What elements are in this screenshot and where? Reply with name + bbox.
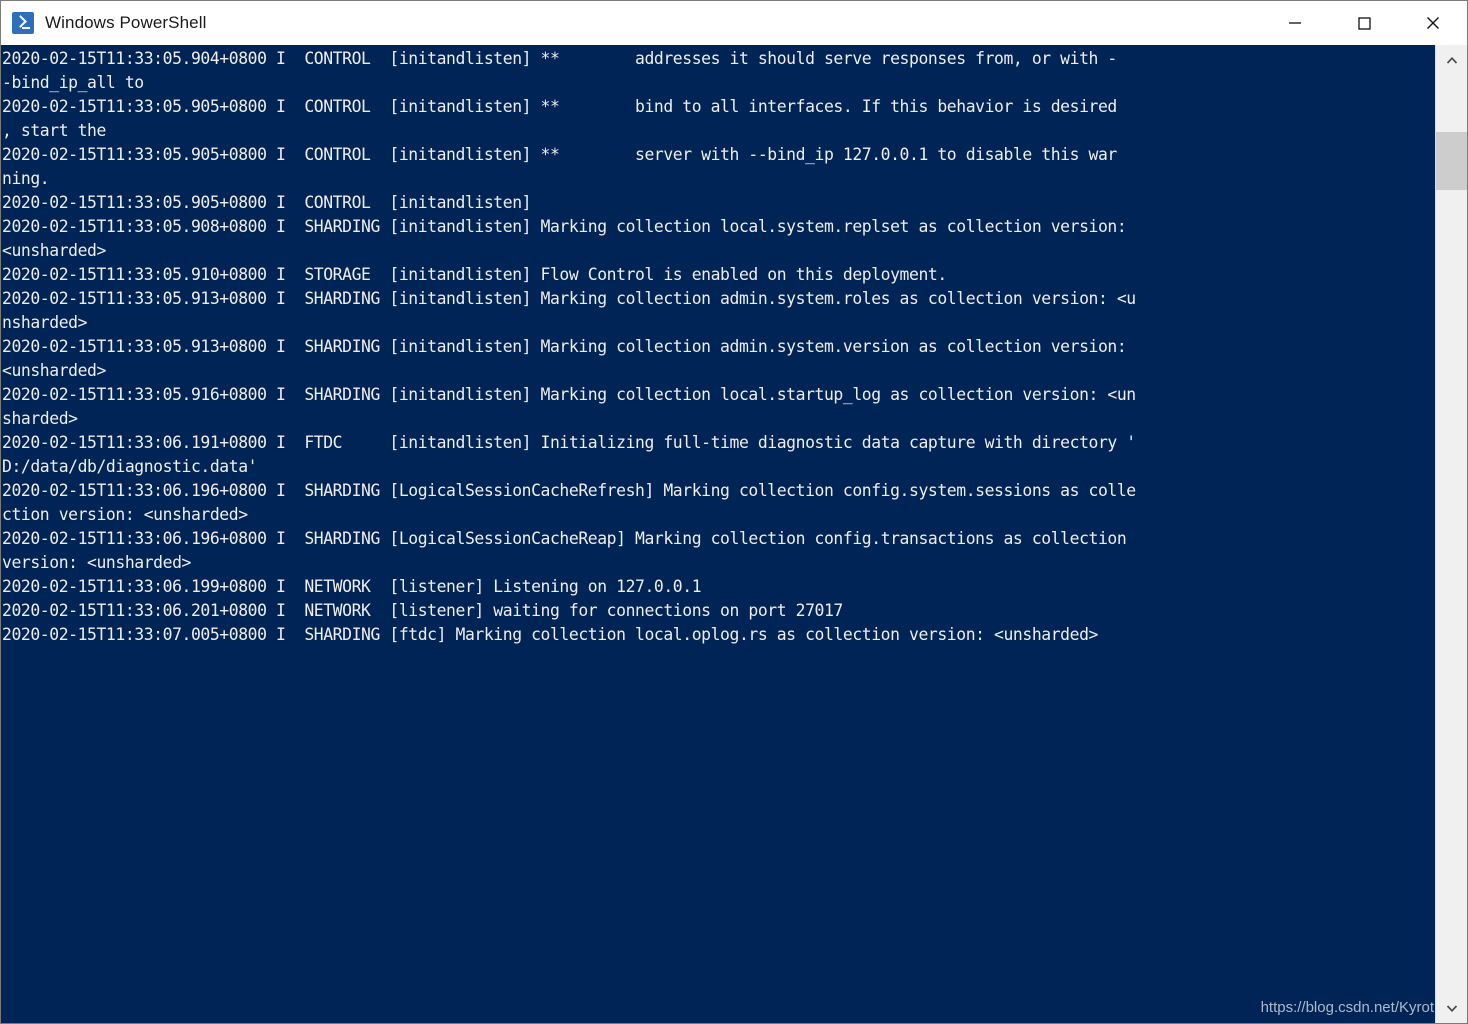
powershell-window: Windows PowerShell 2020-02-15T11:33:05.9… (0, 0, 1468, 1024)
console-line: <unsharded> (2, 241, 106, 260)
window-title: Windows PowerShell (45, 13, 207, 32)
console-line: <unsharded> (2, 361, 106, 380)
console-line: -bind_ip_all to (2, 73, 144, 92)
console-line: 2020-02-15T11:33:05.913+0800 I SHARDING … (2, 289, 1136, 308)
console-line: 2020-02-15T11:33:06.191+0800 I FTDC [ini… (2, 433, 1136, 452)
chevron-up-icon (1446, 56, 1457, 64)
console-line: sharded> (2, 409, 78, 428)
scrollbar-track[interactable] (1436, 76, 1467, 992)
console-line: 2020-02-15T11:33:05.908+0800 I SHARDING … (2, 217, 1127, 236)
console-area: 2020-02-15T11:33:05.904+0800 I CONTROL [… (1, 45, 1467, 1023)
maximize-button[interactable] (1329, 1, 1398, 45)
console-line: 2020-02-15T11:33:07.005+0800 I SHARDING … (2, 625, 1098, 644)
scroll-down-button[interactable] (1436, 992, 1467, 1023)
console-line: 2020-02-15T11:33:05.910+0800 I STORAGE [… (2, 265, 947, 284)
console-line: ning. (2, 169, 50, 188)
close-button[interactable] (1398, 1, 1467, 45)
close-icon (1426, 17, 1439, 29)
console-line: 2020-02-15T11:33:05.905+0800 I CONTROL [… (2, 97, 1117, 116)
console-line: ction version: <unsharded> (2, 505, 248, 524)
scrollbar-thumb[interactable] (1436, 132, 1467, 190)
console-line: 2020-02-15T11:33:06.196+0800 I SHARDING … (2, 481, 1136, 500)
console-line: 2020-02-15T11:33:05.904+0800 I CONTROL [… (2, 49, 1117, 68)
console-line: 2020-02-15T11:33:06.199+0800 I NETWORK [… (2, 577, 702, 596)
console-line: nsharded> (2, 313, 88, 332)
scroll-up-button[interactable] (1436, 45, 1467, 76)
console-line: 2020-02-15T11:33:05.905+0800 I CONTROL [… (2, 193, 532, 212)
title-bar-left: Windows PowerShell (1, 12, 1260, 34)
console-line: , start the (2, 121, 106, 140)
console-line: 2020-02-15T11:33:05.916+0800 I SHARDING … (2, 385, 1136, 404)
minimize-button[interactable] (1260, 1, 1329, 45)
console-line: D:/data/db/diagnostic.data' (2, 457, 258, 476)
console-line: 2020-02-15T11:33:06.196+0800 I SHARDING … (2, 529, 1127, 548)
console-line: version: <unsharded> (2, 553, 191, 572)
console-line: 2020-02-15T11:33:06.201+0800 I NETWORK [… (2, 601, 843, 620)
console-line: 2020-02-15T11:33:05.905+0800 I CONTROL [… (2, 145, 1117, 164)
powershell-icon (12, 12, 34, 34)
console-line: 2020-02-15T11:33:05.913+0800 I SHARDING … (2, 337, 1127, 356)
title-bar[interactable]: Windows PowerShell (1, 1, 1467, 45)
maximize-icon (1357, 17, 1371, 30)
vertical-scrollbar[interactable] (1435, 45, 1467, 1023)
minimize-icon (1288, 22, 1301, 24)
window-controls (1260, 1, 1467, 45)
console-output[interactable]: 2020-02-15T11:33:05.904+0800 I CONTROL [… (1, 45, 1435, 1023)
chevron-down-icon (1446, 1004, 1457, 1012)
